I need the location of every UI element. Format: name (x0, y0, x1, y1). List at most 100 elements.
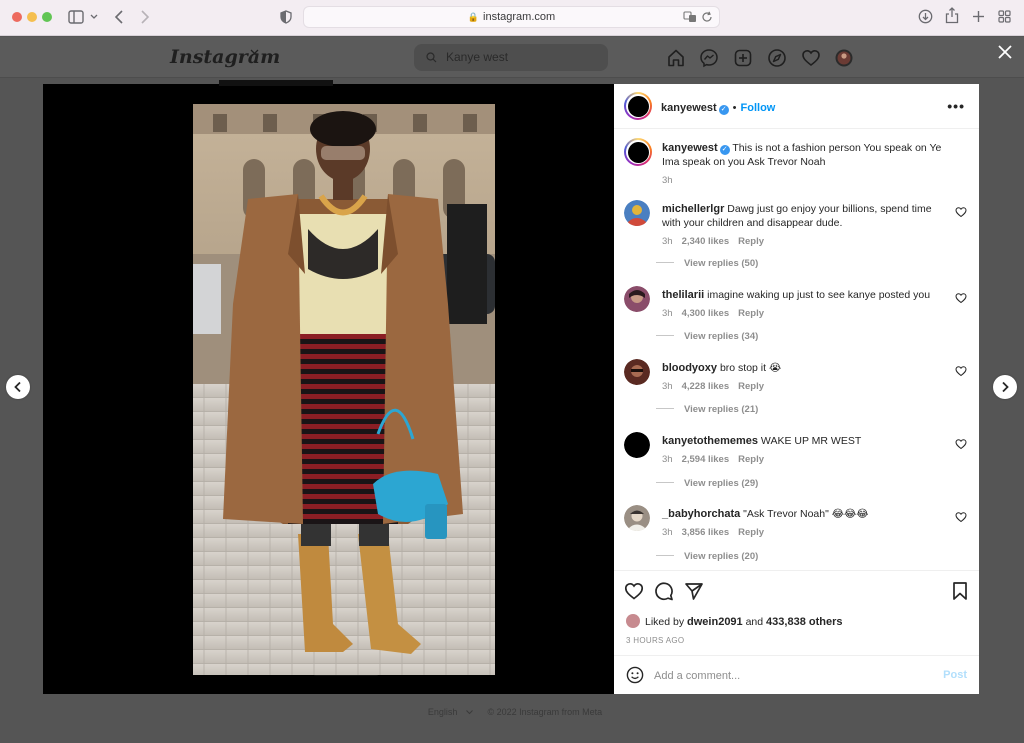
view-replies-button[interactable]: View replies (50) (656, 258, 758, 269)
address-bar[interactable]: 🔒 instagram.com (303, 6, 720, 28)
post-caption: kanyewest ✓ This is not a fashion person … (662, 141, 952, 188)
comment-likes[interactable]: 4,228 likes (682, 381, 730, 392)
comment-bubble-icon[interactable] (654, 581, 674, 601)
reply-button[interactable]: Reply (738, 308, 764, 319)
view-replies-button[interactable]: View replies (21) (656, 404, 758, 415)
posted-time[interactable]: 3 HOURS AGO (626, 636, 684, 645)
comment-avatar[interactable] (624, 432, 650, 458)
comment-username[interactable]: bloodyoxy (662, 362, 717, 374)
profile-avatar[interactable] (834, 48, 854, 68)
comment-like-heart-icon[interactable] (955, 511, 967, 523)
comment-username[interactable]: thelilarii (662, 289, 704, 301)
reply-button[interactable]: Reply (738, 236, 764, 247)
downloads-icon[interactable] (918, 9, 933, 24)
explore-compass-icon[interactable] (767, 48, 787, 68)
comment-username[interactable]: kanyetothememes (662, 435, 758, 447)
zoom-window-button[interactable] (42, 12, 52, 22)
like-heart-icon[interactable] (624, 581, 644, 601)
comment-like-heart-icon[interactable] (955, 292, 967, 304)
view-replies-label: View replies (50) (684, 258, 759, 269)
comment-like-heart-icon[interactable] (955, 365, 967, 377)
view-replies-label: View replies (34) (684, 331, 759, 342)
previous-post-button[interactable] (6, 375, 30, 399)
reload-icon[interactable] (701, 11, 713, 23)
comment-username[interactable]: michellerlgr (662, 203, 724, 215)
liked-by-prefix: Liked by (645, 616, 685, 628)
comment-time[interactable]: 3h (662, 527, 673, 538)
post-details-panel: kanyewest ✓ • Follow ••• kanyewest ✓ This is… (614, 84, 979, 694)
reply-button[interactable]: Reply (738, 381, 764, 392)
chevron-right-icon (1002, 381, 1009, 393)
caption-time[interactable]: 3h (662, 174, 952, 188)
minimize-window-button[interactable] (27, 12, 37, 22)
privacy-shield-icon[interactable] (280, 10, 292, 24)
media-top-bar (219, 80, 333, 86)
liked-by-others[interactable]: 433,838 others (766, 616, 842, 628)
new-tab-icon[interactable] (972, 10, 985, 23)
new-post-icon[interactable] (733, 48, 753, 68)
logo-chevron-down-icon[interactable] (250, 49, 259, 55)
search-icon (426, 52, 437, 63)
comment-avatar[interactable] (624, 200, 650, 226)
caption-author-avatar[interactable] (624, 138, 652, 166)
comment-time[interactable]: 3h (662, 236, 673, 247)
liked-by-avatar[interactable] (626, 614, 640, 628)
save-bookmark-icon[interactable] (950, 581, 970, 601)
chevron-down-icon[interactable] (90, 14, 98, 20)
author-avatar[interactable] (624, 92, 652, 120)
comment-likes[interactable]: 2,594 likes (682, 454, 730, 465)
verified-badge-icon: ✓ (719, 145, 730, 155)
share-icon[interactable] (945, 7, 959, 24)
comment-body: bloodyoxy bro stop it 😭 3h 4,228 likes Rep… (662, 361, 952, 394)
share-paper-plane-icon[interactable] (684, 581, 704, 601)
caption-username[interactable]: kanyewest (662, 142, 718, 154)
sidebar-icon[interactable] (68, 10, 84, 24)
comment-likes[interactable]: 3,856 likes (682, 527, 730, 538)
post-media[interactable] (43, 80, 614, 694)
post-comment-button[interactable]: Post (943, 669, 967, 681)
instagram-logo[interactable]: Instagram (170, 46, 280, 68)
comment-like-heart-icon[interactable] (955, 206, 967, 218)
follow-button[interactable]: Follow (741, 102, 776, 114)
messenger-icon[interactable] (699, 48, 719, 68)
comment-text: "Ask Trevor Noah" 😂😂😂 (743, 508, 869, 520)
home-icon[interactable] (666, 48, 686, 68)
comment-time[interactable]: 3h (662, 381, 673, 392)
comment-likes[interactable]: 2,340 likes (682, 236, 730, 247)
chevron-down-icon (466, 710, 473, 715)
view-replies-button[interactable]: View replies (34) (656, 331, 758, 342)
comment-avatar[interactable] (624, 359, 650, 385)
language-selector[interactable]: English (422, 707, 473, 717)
comment-text: bro stop it 😭 (719, 362, 782, 374)
comment-likes[interactable]: 4,300 likes (682, 308, 730, 319)
activity-heart-icon[interactable] (801, 48, 821, 68)
forward-icon[interactable] (140, 10, 150, 24)
reply-button[interactable]: Reply (738, 454, 764, 465)
comment-body: michellerlgr Dawg just go enjoy your bil… (662, 202, 952, 249)
liked-by-user[interactable]: dwein2091 (687, 616, 743, 628)
comment-username[interactable]: _babyhorchata (662, 508, 740, 520)
url-text: instagram.com (483, 11, 556, 23)
more-options-icon[interactable]: ••• (947, 98, 965, 114)
close-window-button[interactable] (12, 12, 22, 22)
view-replies-button[interactable]: View replies (20) (656, 551, 758, 562)
author-username[interactable]: kanyewest (661, 102, 717, 114)
reply-button[interactable]: Reply (738, 527, 764, 538)
comment-avatar[interactable] (624, 505, 650, 531)
translate-icon[interactable] (683, 11, 697, 23)
comment-time[interactable]: 3h (662, 308, 673, 319)
next-post-button[interactable] (993, 375, 1017, 399)
comment-time[interactable]: 3h (662, 454, 673, 465)
comment-avatar[interactable] (624, 286, 650, 312)
view-replies-button[interactable]: View replies (29) (656, 478, 758, 489)
emoji-icon[interactable] (626, 666, 644, 684)
view-replies-label: View replies (20) (684, 551, 759, 562)
search-box[interactable]: Kanye west (414, 44, 608, 71)
search-input[interactable]: Kanye west (446, 50, 508, 64)
post-actions: Liked by dwein2091 and 433,838 others 3 … (614, 570, 979, 694)
tab-overview-icon[interactable] (998, 10, 1011, 23)
close-modal-icon[interactable] (998, 45, 1012, 59)
back-icon[interactable] (114, 10, 124, 24)
comment-input[interactable] (654, 665, 924, 687)
comment-like-heart-icon[interactable] (955, 438, 967, 450)
